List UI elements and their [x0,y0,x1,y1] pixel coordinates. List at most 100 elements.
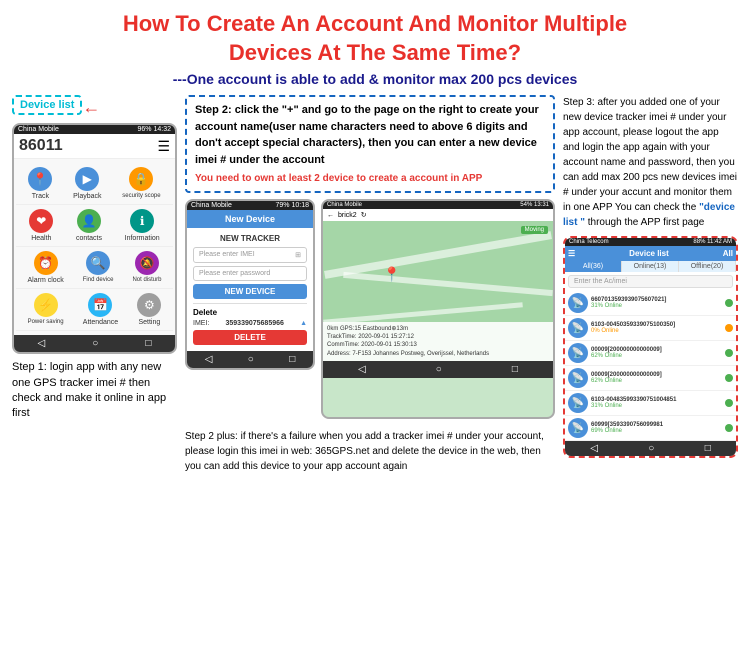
map-home-btn[interactable]: ○ [436,364,442,375]
map-device-name: brick2 [338,212,357,219]
refresh-icon[interactable]: ↻ [361,211,367,219]
device-list-phone: China Telecom 88% 11:42 AM ☰ Device list… [563,236,738,458]
status-dot-1 [725,299,733,307]
device-info-5: 6103-004835993390751004851 31% Online [591,397,722,409]
map-phone: China Mobile 54% 13:31 ← brick2 ↻ [321,199,555,419]
power-saving-icon: ⚡ [34,293,58,317]
health-icon-item[interactable]: ❤ Health [29,209,53,242]
icon-row-4: ⚡ Power saving 📅 Attendance ⚙ Setting [16,289,173,331]
attendance-icon: 📅 [88,293,112,317]
setting-icon: ⚙ [137,293,161,317]
nd-recent-btn[interactable]: □ [289,354,295,365]
recent-btn[interactable]: □ [145,338,151,349]
device-info-3: 00009[200000000000009] 62% Online [591,347,722,359]
dl-recent-btn[interactable]: □ [705,443,711,454]
map-info-card: 0km GPS:15 Eastbound⊕13m TrackTime: 2020… [323,322,553,362]
dl-tabs: All(36) Online(13) Offline(20) [565,261,736,272]
contacts-icon-item[interactable]: 👤 contacts [76,209,102,242]
contacts-icon: 👤 [77,209,101,233]
divider [193,303,307,304]
icon-row-1: 📍 Track ▶ Playback 🔒 security scope [16,163,173,205]
device-info-4: 00009[200000000000009] 62% Online [591,372,722,384]
subtitle: ---One account is able to add & monitor … [12,71,738,87]
playback-icon: ▶ [75,167,99,191]
device-icon-6: 📡 [568,418,588,438]
tab-all[interactable]: All(36) [565,261,622,272]
left-status-bar: China Mobile 96% 14:32 [14,125,175,134]
setting-icon-item[interactable]: ⚙ Setting [137,293,161,326]
signal-left: 96% 14:32 [138,126,172,133]
not-disturb-icon-item[interactable]: 🔕 Not disturb [132,251,161,284]
home-btn[interactable]: ○ [92,338,98,349]
information-icon-item[interactable]: ℹ Information [125,209,160,242]
dl-header: ☰ Device list All [565,246,736,261]
step1-text: Step 1: login app with any new one GPS t… [12,360,177,422]
dl-header-title: Device list [629,249,669,258]
device-icon-2: 📡 [568,318,588,338]
new-device-bottom-nav: ◁ ○ □ [187,351,313,368]
arrow-icon-small: ▲ [300,320,307,327]
device-list-badge: Device list [12,95,82,115]
status-dot-3 [725,349,733,357]
tab-online[interactable]: Online(13) [622,261,679,272]
nd-back-btn[interactable]: ◁ [205,354,213,365]
title-line2: Devices At The Same Time? [229,40,521,65]
attendance-icon-item[interactable]: 📅 Attendance [83,293,118,326]
dl-item-1: 📡 6607013593939075607021] 31% Online [565,291,736,316]
security-icon-item[interactable]: 🔒 security scope [122,167,160,200]
map-status-bar: China Mobile 54% 13:31 [323,201,553,209]
menu-icon[interactable]: ☰ [157,138,170,155]
left-section: Device list ← China Mobile 96% 14:32 860… [12,95,177,474]
qr-icon: ⊞ [295,251,301,259]
power-saving-icon-item[interactable]: ⚡ Power saving [28,293,64,326]
right-area: Step 3: after you added one of your new … [563,95,738,474]
content-area: Device list ← China Mobile 96% 14:32 860… [12,95,738,474]
track-icon-item[interactable]: 📍 Track [28,167,52,200]
alarm-icon-item[interactable]: ⏰ Alarm clock [28,251,64,284]
dl-search-input[interactable]: Enter the Ac/imei [568,275,733,288]
status-dot-4 [725,374,733,382]
back-arrow-icon[interactable]: ← [327,212,334,219]
password-input[interactable]: Please enter password [193,266,307,281]
icon-row-2: ❤ Health 👤 contacts ℹ Information [16,205,173,247]
delete-section-label: Delete [193,308,307,317]
alarm-icon: ⏰ [34,251,58,275]
step2plus-text: Step 2 plus: if there's a failure when y… [185,429,555,474]
dl-back-btn[interactable]: ◁ [590,443,598,454]
track-icon: 📍 [28,167,52,191]
dl-bottom-nav: ◁ ○ □ [565,441,736,456]
device-info-1: 6607013593939075607021] 31% Online [591,297,722,309]
step2-note: You need to own at least 2 device to cre… [195,171,545,186]
map-bottom-nav: ◁ ○ □ [323,361,553,378]
map-body: Moving 📍 0km GPS:15 Eastbound⊕13m TrackT… [323,221,553,361]
device-icon-4: 📡 [568,368,588,388]
title-line1: How To Create An Account And Monitor Mul… [123,11,627,36]
title-section: How To Create An Account And Monitor Mul… [12,10,738,87]
dl-header-icon: ☰ [568,249,575,258]
new-device-button[interactable]: NEW DEVICE [193,284,307,299]
dl-header-right: All [723,249,733,258]
imei-input[interactable]: Please enter IMEI ⊞ [193,247,307,263]
dl-home-btn[interactable]: ○ [648,443,654,454]
phones-row: China Mobile 79% 10:18 New Device NEW TR… [185,199,555,419]
dl-item-6: 📡 60999[3593390756099981 69% Online [565,416,736,441]
map-recent-btn[interactable]: □ [512,364,518,375]
new-device-header: New Device [187,210,313,228]
step2-title: Step 2: click the "+" and go to the page… [195,102,545,168]
map-back-btn[interactable]: ◁ [358,364,366,375]
playback-icon-item[interactable]: ▶ Playback [73,167,101,200]
delete-button[interactable]: DELETE [193,330,307,345]
back-btn[interactable]: ◁ [38,338,46,349]
step2-main-text: Step 2: click the "+" and go to the page… [195,104,539,166]
device-icon-5: 📡 [568,393,588,413]
tab-offline[interactable]: Offline(20) [679,261,736,272]
imei-row: IMEI: 359339075685966 ▲ [193,320,307,327]
nd-home-btn[interactable]: ○ [248,354,254,365]
status-dot-5 [725,399,733,407]
carrier-left: China Mobile [18,126,59,133]
find-device-icon-item[interactable]: 🔍 Find device [83,251,114,284]
new-device-body: NEW TRACKER Please enter IMEI ⊞ Please e… [187,228,313,351]
left-bottom-nav: ◁ ○ □ [14,335,175,352]
device-info-2: 6103-00450359339075100350] 0% Online [591,322,722,334]
dl-status-bar: China Telecom 88% 11:42 AM [565,238,736,246]
